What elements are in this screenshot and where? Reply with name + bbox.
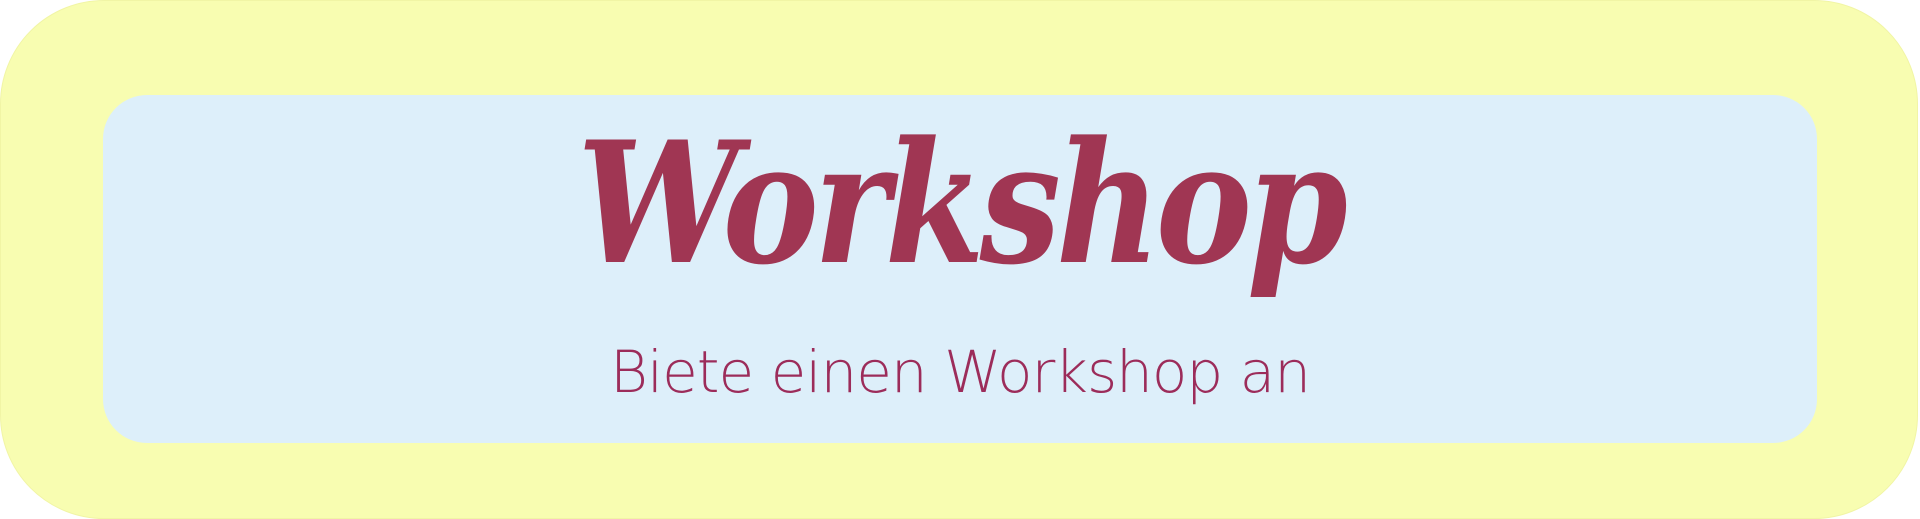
banner-title: Workshop [577,104,1348,302]
banner-subtitle: Biete einen Workshop an [610,338,1311,406]
